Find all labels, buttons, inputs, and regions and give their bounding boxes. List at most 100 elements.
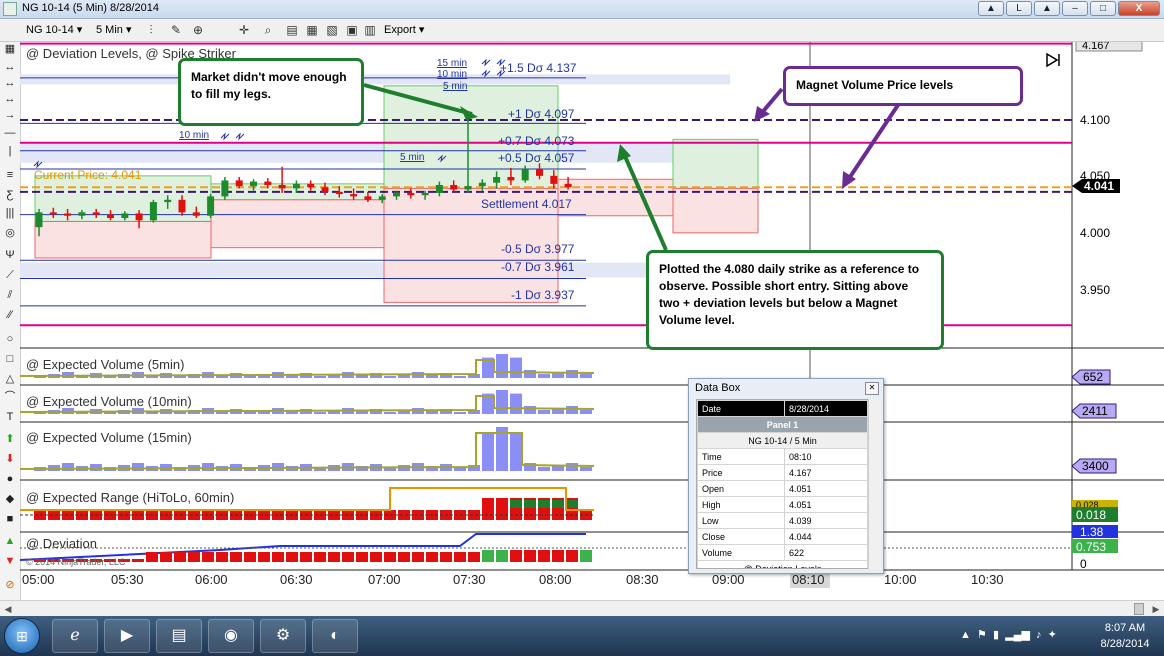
tool-arrow-up-icon[interactable]: ⬆: [2, 432, 18, 446]
deviation-bar: [538, 550, 550, 562]
restore-up-button[interactable]: ▲: [1034, 1, 1060, 16]
tool-fib-icon[interactable]: ≡: [2, 168, 18, 182]
link-button[interactable]: L: [1006, 1, 1032, 16]
row-value: 4.044: [784, 528, 868, 545]
tool-gann-icon[interactable]: ⟋: [2, 268, 18, 282]
tool-fib-time-icon[interactable]: |||: [2, 206, 18, 220]
data-box-close-icon[interactable]: ✕: [865, 382, 879, 395]
instrument-selector[interactable]: NG 10-14 ▾: [26, 22, 82, 38]
volume-icon[interactable]: ♪: [1036, 629, 1042, 641]
dev-panel-title: @ Deviation: [26, 536, 97, 551]
interval-label: 5 Min: [96, 24, 123, 36]
volume-bar: [510, 433, 522, 471]
chrome-icon[interactable]: ◉: [208, 619, 254, 653]
volume-bar: [580, 410, 592, 414]
tool-box-icon[interactable]: ▦: [2, 42, 18, 56]
indicator-icon[interactable]: ▧: [324, 22, 340, 38]
folder-icon[interactable]: ▤: [156, 619, 202, 653]
volume-bar: [384, 376, 396, 378]
range-bar-green: [538, 500, 550, 508]
tray-arrow-icon[interactable]: ▲: [960, 629, 971, 641]
tool-rectangle-icon[interactable]: □: [2, 352, 18, 366]
scroll-right-icon[interactable]: ▶: [1150, 603, 1162, 615]
media-player-icon[interactable]: ▶: [104, 619, 150, 653]
ninjatrader-icon[interactable]: ⚙: [260, 619, 306, 653]
tool-arc-icon[interactable]: ⌒: [2, 390, 18, 404]
candle-body: [107, 214, 114, 219]
maximize-button[interactable]: □: [1090, 1, 1116, 16]
candle-body: [393, 192, 400, 197]
tool-regression-icon[interactable]: ⫽: [2, 288, 18, 302]
data-box-scrollbar[interactable]: [868, 399, 881, 569]
start-button-icon[interactable]: ⊞: [4, 618, 40, 654]
level-label-settlement: Settlement 4.017: [481, 197, 572, 211]
row-key: Open: [697, 480, 785, 497]
pencil-icon[interactable]: ✎: [168, 22, 184, 38]
tool-square-icon[interactable]: ■: [2, 512, 18, 526]
data-box-window[interactable]: Data Box ✕ Date 8/28/2014 Panel 1 NG 10-…: [688, 378, 884, 574]
tool-arrow-down-icon[interactable]: ⬇: [2, 452, 18, 466]
bar-type-icon[interactable]: ⫶: [143, 22, 159, 38]
tool-arrow-icon[interactable]: →: [2, 108, 18, 122]
deviation-bar: [328, 552, 340, 562]
crosshair-icon[interactable]: ✛: [236, 22, 252, 38]
marker-10min-a: 10 min: [437, 69, 467, 80]
tool-pitchfork-icon[interactable]: Ψ: [2, 248, 18, 262]
export-menu[interactable]: Export ▾: [384, 22, 424, 38]
ev10-tag-label: 2411: [1082, 404, 1108, 418]
window-title: NG 10-14 (5 Min) 8/28/2014: [22, 2, 159, 14]
minimize-button[interactable]: –: [1062, 1, 1088, 16]
tray-app-icon[interactable]: ✦: [1048, 629, 1057, 641]
tool-triangle-up-icon[interactable]: ▲: [2, 534, 18, 548]
interval-selector[interactable]: 5 Min ▾: [96, 22, 131, 38]
tool-dot-icon[interactable]: ●: [2, 472, 18, 486]
tool-channel-icon[interactable]: ⁄⁄: [2, 308, 18, 322]
taskbar-clock[interactable]: 8:07 AM 8/28/2014: [1090, 620, 1160, 652]
tool-fib-circle-icon[interactable]: ◎: [2, 226, 18, 240]
tool-diamond-icon[interactable]: ◆: [2, 492, 18, 506]
volume-bar: [496, 390, 508, 414]
tool-ray-icon[interactable]: ↔: [2, 76, 18, 90]
export-label: Export: [384, 24, 416, 36]
ie-icon[interactable]: ℯ: [52, 619, 98, 653]
tool-line-dots-icon[interactable]: ↔: [2, 60, 18, 74]
tool-triangle-icon[interactable]: △: [2, 372, 18, 386]
tool-extended-icon[interactable]: ↔: [2, 92, 18, 106]
template-icon[interactable]: ▣: [344, 22, 360, 38]
tool-ellipse-icon[interactable]: ○: [2, 332, 18, 346]
tool-horizontal-line-icon[interactable]: —: [2, 126, 18, 140]
strategy-icon[interactable]: ▦: [304, 22, 320, 38]
tool-vertical-line-icon[interactable]: |: [2, 144, 18, 158]
network-icon[interactable]: ▮: [993, 629, 999, 641]
horizontal-scrollbar[interactable]: ◀ ▶: [0, 600, 1164, 617]
scroll-left-icon[interactable]: ◀: [2, 603, 14, 615]
tool-remove-icon[interactable]: ⊘: [2, 578, 18, 592]
candle-body: [135, 213, 143, 221]
tool-fib-ext-icon[interactable]: Ƹ: [2, 188, 18, 202]
close-button[interactable]: X: [1118, 1, 1160, 16]
scroll-thumb[interactable]: [1134, 603, 1144, 615]
app-icon[interactable]: ◐: [312, 619, 358, 653]
scroll-up-button[interactable]: ▲: [978, 1, 1004, 16]
candle-body: [235, 180, 243, 187]
price-tick-4000: 4.000: [1080, 226, 1110, 240]
deviation-bar: [174, 552, 186, 562]
candle-body: [564, 183, 572, 188]
volume-bar: [566, 406, 578, 414]
time-tick-0900: 09:00: [712, 572, 745, 587]
data-box-icon[interactable]: ▥: [362, 22, 378, 38]
tool-triangle-down-icon[interactable]: ▼: [2, 554, 18, 568]
ev5-panel-title: @ Expected Volume (5min): [26, 357, 184, 372]
window-controls: ▲ L ▲ – □ X: [978, 1, 1160, 16]
data-box-date-row: Date 8/28/2014: [697, 400, 868, 417]
signal-icon[interactable]: ▂▄▆: [1005, 629, 1030, 641]
magnifier-icon[interactable]: ⌕: [260, 22, 276, 38]
zoom-icon[interactable]: ⊕: [190, 22, 206, 38]
range-bar-green: [524, 500, 536, 508]
properties-icon[interactable]: ▤: [284, 22, 300, 38]
flag-icon[interactable]: ⚑: [977, 629, 987, 641]
volume-bar: [454, 412, 466, 414]
deviation-bar: [230, 552, 242, 562]
volume-bar: [538, 374, 550, 378]
tool-text-icon[interactable]: T: [2, 410, 18, 424]
